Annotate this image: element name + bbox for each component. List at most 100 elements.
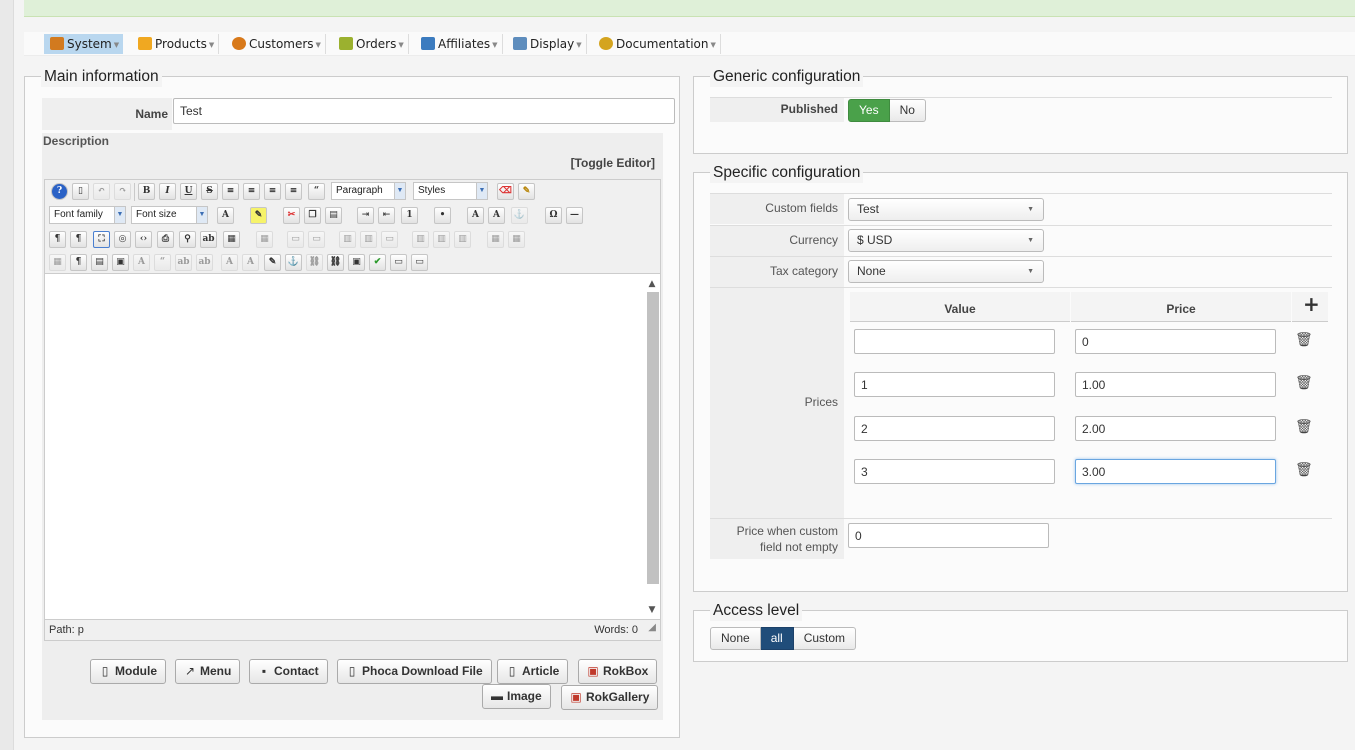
attributes-icon[interactable]: ✎ <box>264 254 281 271</box>
bullet-list-icon[interactable]: • <box>434 207 451 224</box>
align-left-icon[interactable]: ≡ <box>264 183 281 200</box>
price-value-input-1[interactable] <box>854 329 1055 354</box>
style-props-icon[interactable]: A <box>133 254 150 271</box>
scroll-thumb[interactable] <box>647 292 659 584</box>
paragraph-ltr-icon[interactable]: ¶ <box>49 231 66 248</box>
unlink-icon[interactable]: ⛓ <box>306 254 323 271</box>
menu-button[interactable]: ↗ Menu <box>175 659 241 684</box>
menu-customers[interactable]: Customers ▼ <box>226 34 326 54</box>
paragraph-rtl-icon[interactable]: ¶ <box>70 231 87 248</box>
eraser-icon[interactable]: ⌫ <box>497 183 514 200</box>
custom-fields-select[interactable]: Test ▼ <box>848 198 1044 221</box>
template-icon[interactable]: ▤ <box>91 254 108 271</box>
outdent-icon[interactable]: ⇤ <box>378 207 395 224</box>
blockquote-icon[interactable]: “ <box>308 183 325 200</box>
add-price-icon[interactable]: + <box>1303 292 1320 316</box>
indent-icon[interactable]: ⇥ <box>357 207 374 224</box>
price-price-input-4[interactable]: 3.00 <box>1075 459 1276 484</box>
ins-icon[interactable]: A <box>242 254 259 271</box>
menu-system[interactable]: System ▼ <box>44 34 124 54</box>
toggle-editor-link[interactable]: [Toggle Editor] <box>571 156 655 170</box>
font-family-select[interactable]: Font family ▼ <box>49 206 126 224</box>
superscript-icon[interactable]: A <box>488 207 505 224</box>
cut-icon[interactable]: ✂ <box>283 207 300 224</box>
trash-icon[interactable]: 🗑 <box>1295 375 1313 391</box>
table-col-before-icon[interactable]: ▥ <box>339 231 356 248</box>
page-break-icon[interactable]: ▭ <box>390 254 407 271</box>
horizontal-rule-icon[interactable]: — <box>566 207 583 224</box>
table-split-icon[interactable]: ▥ <box>412 231 429 248</box>
layer-icon[interactable]: ▭ <box>411 254 428 271</box>
replace-icon[interactable]: ab <box>200 231 217 248</box>
custom-price-input[interactable]: 0 <box>848 523 1049 548</box>
published-yes-button[interactable]: Yes <box>848 99 890 122</box>
anchor-dim-icon[interactable]: ⚓ <box>511 207 528 224</box>
resize-grip-icon[interactable]: ◢ <box>648 618 656 638</box>
tax-category-select[interactable]: None ▼ <box>848 260 1044 283</box>
new-document-icon[interactable]: ▯ <box>72 183 89 200</box>
rokbox-button[interactable]: ▣ RokBox <box>578 659 658 684</box>
underline-icon[interactable]: U <box>180 183 197 200</box>
delete-image-icon[interactable]: ▦ <box>256 231 273 248</box>
access-all-button[interactable]: all <box>760 627 794 650</box>
module-button[interactable]: ▯ Module <box>90 659 166 684</box>
table-col-after-icon[interactable]: ▥ <box>360 231 377 248</box>
menu-display[interactable]: Display ▼ <box>507 34 587 54</box>
help-icon[interactable]: ? <box>51 183 68 200</box>
table-delete-col-icon[interactable]: ▥ <box>454 231 471 248</box>
code-icon[interactable]: ‹› <box>135 231 152 248</box>
cite-icon[interactable]: “ <box>154 254 171 271</box>
special-char-icon[interactable]: Ω <box>545 207 562 224</box>
trash-icon[interactable]: 🗑 <box>1295 419 1313 435</box>
align-center-icon[interactable]: ≡ <box>243 183 260 200</box>
copy-icon[interactable]: ❐ <box>304 207 321 224</box>
menu-documentation[interactable]: Documentation ▼ <box>593 34 721 54</box>
insert-table-icon[interactable]: ▦ <box>49 254 66 271</box>
font-size-select[interactable]: Font size ▼ <box>131 206 208 224</box>
find-icon[interactable]: ⚲ <box>179 231 196 248</box>
abbr-icon[interactable]: ab <box>175 254 192 271</box>
link-icon[interactable]: ⛓ <box>327 254 344 271</box>
access-none-button[interactable]: None <box>710 627 761 650</box>
access-custom-button[interactable]: Custom <box>793 627 857 650</box>
table-row-after-icon[interactable]: ▭ <box>308 231 325 248</box>
trash-icon[interactable]: 🗑 <box>1295 462 1313 478</box>
published-no-button[interactable]: No <box>889 99 926 122</box>
del-icon[interactable]: A <box>221 254 238 271</box>
print-icon[interactable]: ⎙ <box>157 231 174 248</box>
menu-affiliates[interactable]: Affiliates ▼ <box>415 34 503 54</box>
editor-content-area[interactable]: ▲ ▼ <box>44 274 661 620</box>
contact-button[interactable]: ▪ Contact <box>249 659 328 684</box>
menu-orders[interactable]: Orders ▼ <box>333 34 409 54</box>
menu-products[interactable]: Products ▼ <box>132 34 220 54</box>
align-right-icon[interactable]: ≡ <box>285 183 302 200</box>
media-icon[interactable]: ▣ <box>112 254 129 271</box>
styles-select[interactable]: Styles ▼ <box>413 182 488 200</box>
paste-icon[interactable]: ▤ <box>325 207 342 224</box>
italic-icon[interactable]: I <box>159 183 176 200</box>
justify-full-icon[interactable]: ≡ <box>222 183 239 200</box>
fullscreen-icon[interactable]: ⛶ <box>93 231 110 248</box>
undo-icon[interactable]: ↶ <box>93 183 110 200</box>
price-value-input-2[interactable]: 1 <box>854 372 1055 397</box>
redo-icon[interactable]: ↷ <box>114 183 131 200</box>
scroll-up-icon[interactable]: ▲ <box>646 278 658 290</box>
price-value-input-4[interactable]: 3 <box>854 459 1055 484</box>
spellcheck-icon[interactable]: ✔ <box>369 254 386 271</box>
editor-scrollbar[interactable]: ▲ ▼ <box>646 278 659 616</box>
phoca-download-button[interactable]: ▯ Phoca Download File <box>337 659 492 684</box>
table-row-before-icon[interactable]: ▭ <box>287 231 304 248</box>
acronym-icon[interactable]: ab <box>196 254 213 271</box>
table-delete-row-icon[interactable]: ▭ <box>381 231 398 248</box>
name-input[interactable]: Test <box>173 98 675 124</box>
article-button[interactable]: ▯ Article <box>497 659 569 684</box>
trash-icon[interactable]: 🗑 <box>1295 332 1313 348</box>
scroll-down-icon[interactable]: ▼ <box>646 604 658 616</box>
ordered-list-icon[interactable]: 1 <box>401 207 418 224</box>
subscript-icon[interactable]: A <box>467 207 484 224</box>
price-price-input-3[interactable]: 2.00 <box>1075 416 1276 441</box>
price-price-input-2[interactable]: 1.00 <box>1075 372 1276 397</box>
format-select[interactable]: Paragraph ▼ <box>331 182 406 200</box>
bold-icon[interactable]: B <box>138 183 155 200</box>
image-button[interactable]: ▬ Image <box>482 684 551 709</box>
